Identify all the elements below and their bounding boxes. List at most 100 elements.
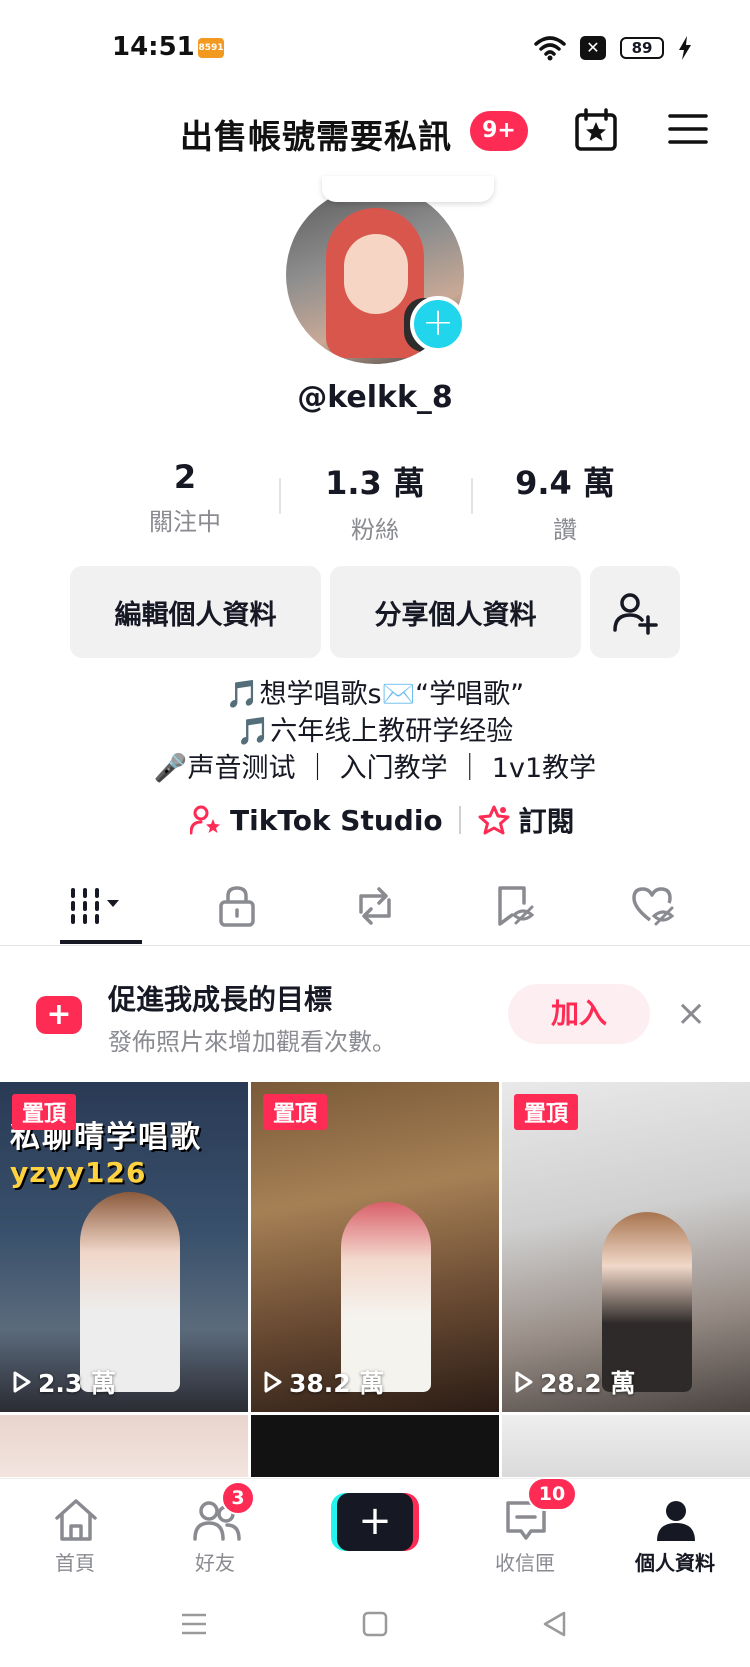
stat-followers[interactable]: 1.3 萬 粉絲 bbox=[280, 458, 470, 544]
add-post-icon: + bbox=[36, 996, 82, 1034]
recent-apps-icon[interactable] bbox=[180, 1610, 208, 1638]
growth-subtitle: 發佈照片來增加觀看次數。 bbox=[108, 1028, 396, 1056]
link-divider bbox=[458, 806, 461, 834]
home-icon bbox=[55, 1499, 97, 1541]
stat-following-label: 關注中 bbox=[149, 508, 221, 536]
nav-inbox[interactable]: 10 收信匣 bbox=[465, 1477, 585, 1577]
wifi-icon bbox=[534, 36, 566, 61]
play-icon bbox=[515, 1371, 533, 1393]
status-right-group: ✕ 89 bbox=[534, 34, 692, 62]
bio-line: 🎤声音测试 ｜ 入门教学 ｜ 1v1教学 bbox=[153, 753, 597, 784]
video-thumbnail[interactable]: 私聊晴学唱歌 yzyy126 置頂 2.3 萬 bbox=[0, 1082, 248, 1412]
video-thumbnail[interactable] bbox=[251, 1415, 499, 1477]
system-nav-bar bbox=[0, 1590, 750, 1667]
bookmark-hidden-icon bbox=[498, 886, 535, 926]
stat-following-value: 2 bbox=[173, 458, 197, 496]
page-title[interactable]: 出售帳號需要私訊 bbox=[180, 110, 452, 158]
active-tab-indicator bbox=[60, 940, 142, 944]
friends-badge: 3 bbox=[221, 1481, 255, 1515]
create-button[interactable]: + bbox=[331, 1493, 419, 1551]
profile-header: 出售帳號需要私訊 9+ bbox=[0, 100, 750, 162]
video-thumbnail[interactable] bbox=[0, 1415, 248, 1477]
inbox-badge: 10 bbox=[527, 1477, 577, 1511]
play-icon bbox=[13, 1371, 31, 1393]
add-story-icon[interactable]: + bbox=[410, 296, 466, 352]
heart-hidden-icon bbox=[632, 887, 675, 926]
play-count-value: 28.2 萬 bbox=[540, 1369, 636, 1398]
status-bar: 14:51 8591 ✕ 89 bbox=[0, 0, 750, 90]
nav-home[interactable]: 首頁 bbox=[15, 1487, 135, 1577]
calendar-star-icon[interactable] bbox=[574, 108, 618, 152]
notification-badge[interactable]: 9+ bbox=[470, 111, 528, 151]
play-icon bbox=[264, 1371, 282, 1393]
stat-followers-label: 粉絲 bbox=[351, 516, 399, 544]
play-count: 2.3 萬 bbox=[12, 1364, 116, 1400]
play-count-value: 38.2 萬 bbox=[289, 1369, 385, 1398]
video-thumbnail[interactable]: 置頂 28.2 萬 bbox=[502, 1082, 750, 1412]
video-overlay-handle: yzyy126 bbox=[10, 1156, 147, 1189]
pinned-badge: 置頂 bbox=[12, 1094, 77, 1130]
profile-icon bbox=[657, 1501, 695, 1541]
status-time: 14:51 bbox=[112, 32, 195, 62]
stat-followers-value: 1.3 萬 bbox=[325, 464, 425, 502]
play-count: 38.2 萬 bbox=[263, 1364, 384, 1400]
tiktok-studio-link[interactable]: TikTok Studio bbox=[230, 804, 443, 837]
nav-home-label: 首頁 bbox=[55, 1551, 95, 1575]
play-count-value: 2.3 萬 bbox=[38, 1369, 116, 1398]
video-thumbnail[interactable] bbox=[502, 1415, 750, 1477]
share-profile-button[interactable]: 分享個人資料 bbox=[330, 566, 581, 658]
join-button[interactable]: 加入 bbox=[508, 984, 650, 1044]
home-button-icon[interactable] bbox=[361, 1610, 389, 1638]
plus-icon: + bbox=[337, 1493, 413, 1551]
subscribe-star-icon bbox=[478, 805, 510, 835]
bio-line: 🎵六年线上教研学经验 bbox=[236, 716, 514, 747]
back-icon[interactable] bbox=[541, 1610, 569, 1638]
charging-icon bbox=[679, 36, 691, 60]
profile-bio: 🎵想学唱歌s✉️“学唱歌” 🎵六年线上教研学经验 🎤声音测试 ｜ 入门教学 ｜ … bbox=[0, 676, 750, 787]
tab-videos[interactable] bbox=[22, 866, 172, 946]
profile-links: TikTok Studio 訂閱 bbox=[190, 800, 575, 840]
stat-divider bbox=[279, 478, 281, 514]
video-grid: 私聊晴学唱歌 yzyy126 置頂 2.3 萬 置頂 38.2 萬 置頂 28.… bbox=[0, 1082, 750, 1477]
stat-likes[interactable]: 9.4 萬 讚 bbox=[470, 458, 660, 544]
no-sim-icon: ✕ bbox=[580, 36, 606, 60]
stat-following[interactable]: 2 關注中 bbox=[90, 458, 280, 538]
subscribe-link[interactable]: 訂閱 bbox=[519, 800, 575, 840]
repost-icon bbox=[359, 887, 391, 925]
tab-favorites[interactable] bbox=[440, 866, 590, 946]
creator-star-icon bbox=[190, 805, 220, 835]
tab-liked[interactable] bbox=[578, 866, 728, 946]
note-bubble[interactable] bbox=[322, 176, 494, 202]
battery-icon: 89 bbox=[620, 37, 664, 59]
add-friend-button[interactable] bbox=[590, 566, 680, 658]
video-thumbnail[interactable]: 置頂 38.2 萬 bbox=[251, 1082, 499, 1412]
bio-line: 🎵想学唱歌s✉️“学唱歌” bbox=[225, 679, 525, 710]
nav-inbox-label: 收信匣 bbox=[495, 1551, 555, 1575]
pinned-badge: 置頂 bbox=[263, 1094, 328, 1130]
username: @kelkk_8 bbox=[297, 380, 453, 415]
tab-reposts[interactable] bbox=[300, 866, 450, 946]
nav-friends-label: 好友 bbox=[195, 1551, 235, 1575]
close-icon[interactable]: × bbox=[676, 996, 706, 1032]
profile-actions: 編輯個人資料 分享個人資料 bbox=[70, 566, 680, 658]
content-tabs bbox=[0, 866, 750, 946]
nav-friends[interactable]: 3 好友 bbox=[155, 1481, 275, 1577]
edit-profile-button[interactable]: 編輯個人資料 bbox=[70, 566, 321, 658]
nav-profile-label: 個人資料 bbox=[635, 1551, 715, 1575]
stat-likes-label: 讚 bbox=[553, 516, 577, 544]
grid-filter-icon bbox=[71, 888, 119, 924]
stat-divider bbox=[471, 478, 473, 514]
growth-goal-banner: + 促進我成長的目標 發佈照片來增加觀看次數。 加入 × bbox=[0, 956, 750, 1066]
profile-stats: 2 關注中 1.3 萬 粉絲 9.4 萬 讚 bbox=[90, 458, 660, 544]
play-count: 28.2 萬 bbox=[514, 1364, 635, 1400]
stat-likes-value: 9.4 萬 bbox=[515, 464, 615, 502]
menu-icon[interactable] bbox=[668, 112, 708, 146]
add-user-icon bbox=[613, 593, 658, 635]
growth-title: 促進我成長的目標 bbox=[108, 983, 333, 1016]
nav-profile[interactable]: 個人資料 bbox=[615, 1487, 735, 1577]
bottom-nav: 首頁 3 好友 + 10 收信匣 個人資料 bbox=[0, 1477, 750, 1588]
lock-icon bbox=[219, 886, 255, 927]
tab-private[interactable] bbox=[162, 866, 312, 946]
pinned-badge: 置頂 bbox=[514, 1094, 579, 1130]
app-notification-icon: 8591 bbox=[198, 38, 224, 58]
